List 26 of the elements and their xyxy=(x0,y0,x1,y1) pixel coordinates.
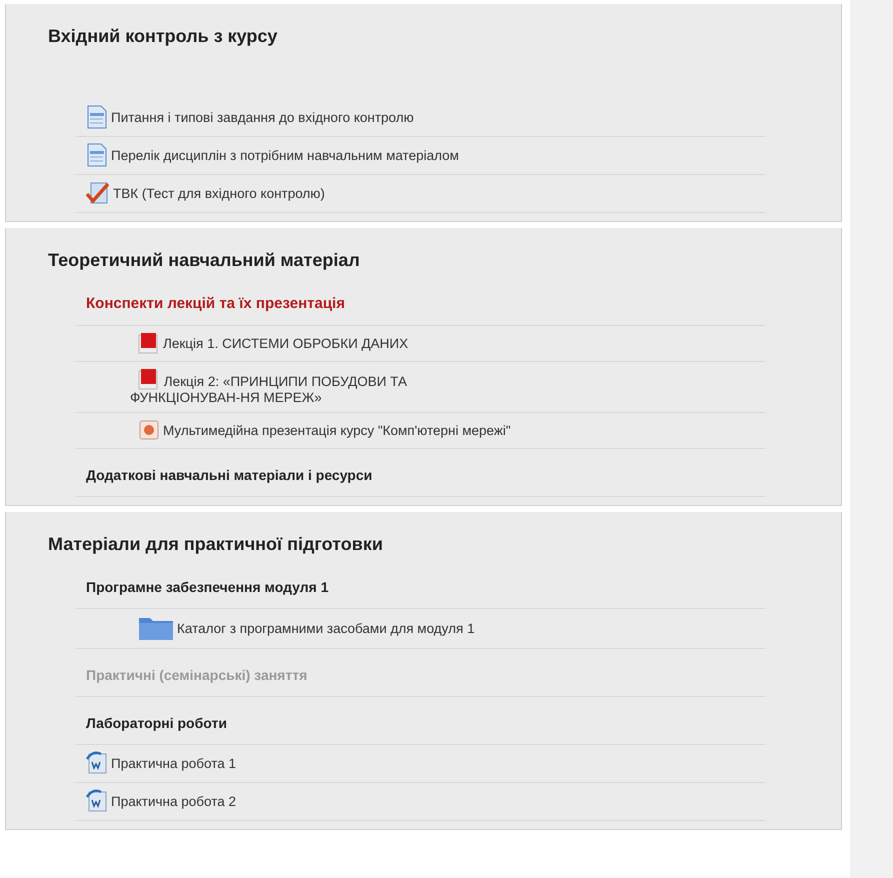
pdf-icon xyxy=(138,332,160,354)
resource-link[interactable]: ТВК (Тест для вхідного контролю) xyxy=(113,186,325,200)
resource-link[interactable]: Практична робота 1 xyxy=(111,756,236,770)
document-icon xyxy=(86,789,108,813)
checkmark-icon xyxy=(86,181,110,205)
resource-link[interactable]: Лекція 1. СИСТЕМИ ОБРОБКИ ДАНИХ xyxy=(163,336,408,350)
section-label: Лабораторні роботи xyxy=(86,715,227,731)
resource-link[interactable]: Каталог з програмними засобами для модуля 1 xyxy=(177,620,475,636)
section-label: Програмне забезпечення модуля 1 xyxy=(86,579,328,595)
resource-link[interactable]: Питання і типові завдання до вхідного контролю xyxy=(111,110,414,124)
section-title: Вхідний контроль з курсу xyxy=(48,26,278,47)
document-icon xyxy=(86,105,108,129)
section-title: Теоретичний навчальний матеріал xyxy=(48,250,360,271)
resource-link[interactable]: Мультимедійна презентація курсу "Комп'ютерні мережі" xyxy=(163,422,511,438)
section-label: Конспекти лекцій та їх презентація xyxy=(86,295,345,312)
section-title: Матеріали для практичної підготовки xyxy=(48,534,383,555)
resource-link[interactable]: Лекція 2: «ПРИНЦИПИ ПОБУДОВИ ТА ФУНКЦІОНУВАН-НЯ МЕРЕЖ» xyxy=(130,368,765,405)
document-icon xyxy=(86,143,108,167)
presentation-icon xyxy=(138,419,160,441)
section-label: Додаткові навчальні матеріали і ресурси xyxy=(86,467,372,483)
pdf-icon xyxy=(138,368,160,390)
resource-link[interactable]: Перелік дисциплін з потрібним навчальним матеріалом xyxy=(111,148,459,162)
disabled-label: Практичні (семінарські) заняття xyxy=(86,667,308,683)
folder-icon xyxy=(138,615,174,641)
resource-link[interactable]: Практична робота 2 xyxy=(111,794,236,808)
document-icon xyxy=(86,751,108,775)
